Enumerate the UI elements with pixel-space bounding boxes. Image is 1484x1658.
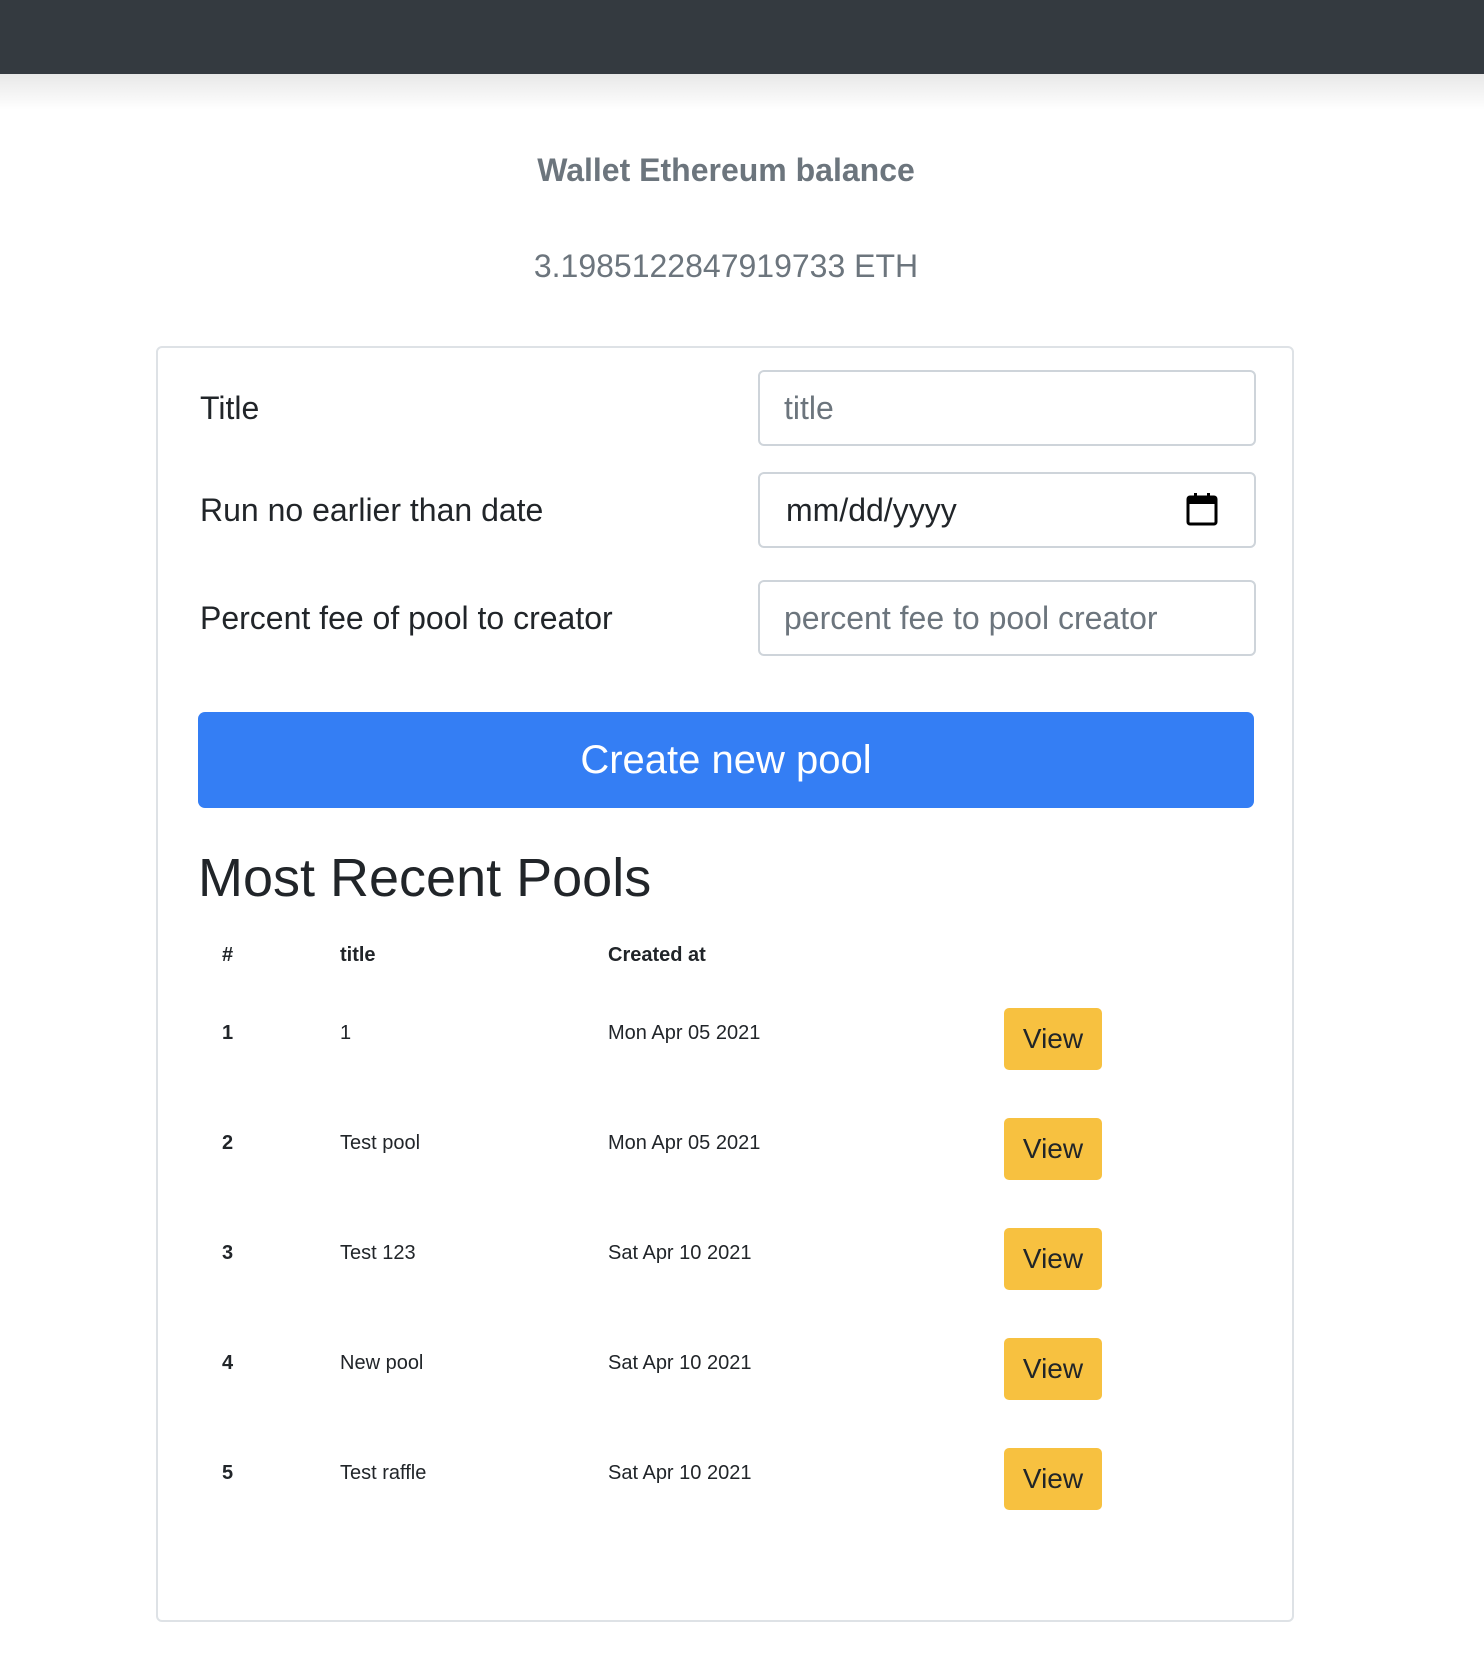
- row-number: 2: [222, 1132, 234, 1154]
- navbar: [0, 0, 1484, 74]
- view-button[interactable]: View: [1004, 1228, 1102, 1290]
- row-title: 1: [340, 1022, 352, 1044]
- table-row: 4 New pool Sat Apr 10 2021 View: [158, 1338, 1292, 1460]
- view-button[interactable]: View: [1004, 1008, 1102, 1070]
- row-number: 3: [222, 1242, 234, 1264]
- fee-label: Percent fee of pool to creator: [200, 600, 613, 636]
- row-title: Test pool: [340, 1132, 421, 1154]
- row-title: Test raffle: [340, 1462, 427, 1484]
- row-title: New pool: [340, 1352, 424, 1374]
- table-row: 1 1 Mon Apr 05 2021 View: [158, 1008, 1292, 1130]
- wallet-balance-value: 3.1985122847919733 ETH: [533, 248, 919, 284]
- row-number: 4: [222, 1352, 234, 1374]
- title-label: Title: [200, 390, 260, 426]
- date-placeholder: mm/dd/yyyy: [786, 492, 957, 528]
- fee-input[interactable]: [758, 580, 1256, 656]
- wallet-balance-heading: Wallet Ethereum balance: [537, 152, 915, 188]
- title-input[interactable]: [758, 370, 1256, 446]
- row-created-at: Mon Apr 05 2021: [608, 1132, 761, 1154]
- row-number: 5: [222, 1462, 234, 1484]
- column-header-title: title: [340, 944, 376, 966]
- table-row: 5 Test raffle Sat Apr 10 2021 View: [158, 1448, 1292, 1570]
- table-row: 2 Test pool Mon Apr 05 2021 View: [158, 1118, 1292, 1240]
- view-button[interactable]: View: [1004, 1118, 1102, 1180]
- row-number: 1: [222, 1022, 234, 1044]
- navbar-shadow: [0, 74, 1484, 110]
- date-label: Run no earlier than date: [200, 492, 544, 528]
- view-button[interactable]: View: [1004, 1448, 1102, 1510]
- date-input[interactable]: mm/dd/yyyy: [758, 472, 1256, 548]
- column-header-created: Created at: [608, 944, 706, 966]
- calendar-icon[interactable]: [1186, 492, 1218, 526]
- row-created-at: Sat Apr 10 2021: [608, 1462, 752, 1484]
- row-title: Test 123: [340, 1242, 416, 1264]
- row-created-at: Mon Apr 05 2021: [608, 1022, 761, 1044]
- column-header-number: #: [222, 944, 234, 966]
- row-created-at: Sat Apr 10 2021: [608, 1352, 752, 1374]
- recent-pools-heading: Most Recent Pools: [198, 848, 652, 908]
- table-row: 3 Test 123 Sat Apr 10 2021 View: [158, 1228, 1292, 1350]
- view-button[interactable]: View: [1004, 1338, 1102, 1400]
- create-pool-button[interactable]: Create new pool: [198, 712, 1254, 808]
- pool-card: Title Run no earlier than date mm/dd/yyy…: [156, 346, 1294, 1622]
- row-created-at: Sat Apr 10 2021: [608, 1242, 752, 1264]
